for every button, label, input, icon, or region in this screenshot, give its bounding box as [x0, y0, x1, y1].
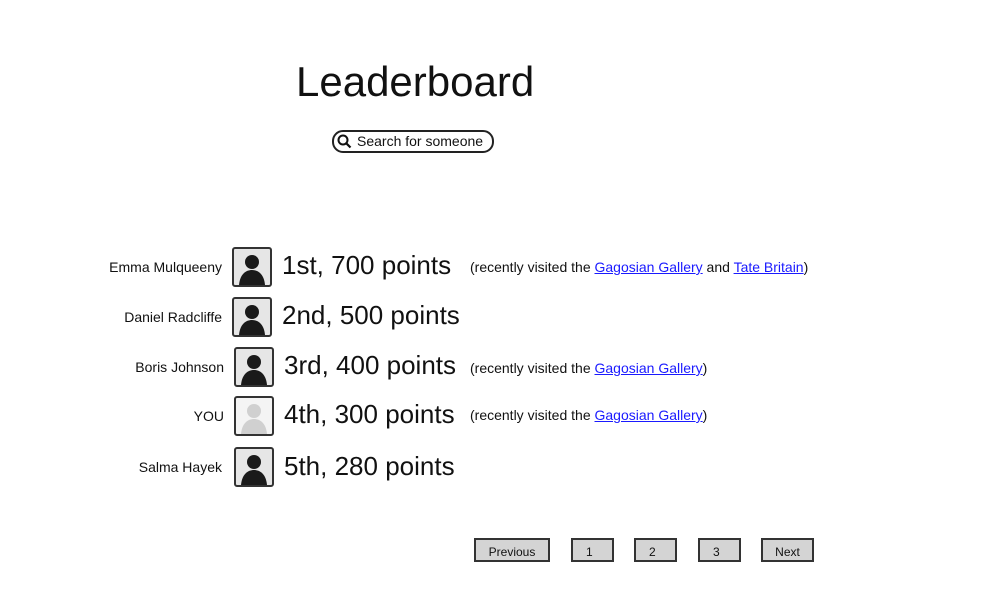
gallery-link[interactable]: Gagosian Gallery [595, 407, 703, 423]
recent-visit: (recently visited the Gagosian Gallery) [470, 407, 707, 423]
next-page-button[interactable]: Next [761, 538, 814, 562]
page-3-button[interactable]: 3 [698, 538, 741, 562]
leaderboard-row: Emma Mulqueeny [0, 247, 222, 287]
rank-points: 4th, 300 points [284, 399, 455, 429]
avatar [232, 297, 272, 337]
gallery-link[interactable]: Gagosian Gallery [595, 360, 703, 376]
rank-points: 1st, 700 points [282, 250, 452, 280]
recent-visit: (recently visited the Gagosian Gallery) [470, 360, 707, 376]
visit-suffix: ) [803, 259, 809, 275]
leaderboard-row: YOU [0, 396, 224, 436]
search-placeholder: Search for someone [357, 133, 484, 149]
visit-mid: and [702, 259, 734, 275]
gallery-link[interactable]: Tate Britain [734, 259, 804, 275]
player-name: Boris Johnson [135, 359, 224, 375]
leaderboard-row: Salma Hayek [0, 447, 222, 487]
search-input[interactable]: Search for someone [332, 130, 494, 153]
visit-prefix: (recently visited the [470, 407, 595, 423]
avatar [232, 247, 272, 287]
rank-points: 5th, 280 points [284, 451, 455, 481]
rank-points: 2nd, 500 points [282, 300, 460, 330]
gallery-link[interactable]: Gagosian Gallery [595, 259, 703, 275]
visit-suffix: ) [702, 360, 708, 376]
visit-suffix: ) [702, 407, 708, 423]
visit-prefix: (recently visited the [470, 360, 595, 376]
leaderboard-row: Boris Johnson [0, 347, 224, 387]
visit-prefix: (recently visited the [470, 259, 595, 275]
rank-points: 3rd, 400 points [284, 350, 457, 380]
previous-page-button[interactable]: Previous [474, 538, 550, 562]
leaderboard-row: Daniel Radcliffe [0, 297, 222, 337]
avatar [234, 447, 274, 487]
recent-visit: (recently visited the Gagosian Gallery a… [470, 259, 808, 275]
player-name: Emma Mulqueeny [109, 259, 222, 275]
avatar [234, 347, 274, 387]
search-icon [337, 134, 352, 149]
player-name: Daniel Radcliffe [124, 309, 222, 325]
page-2-button[interactable]: 2 [634, 538, 677, 562]
page-1-button[interactable]: 1 [571, 538, 614, 562]
avatar [234, 396, 274, 436]
page-title: Leaderboard [296, 58, 535, 105]
player-name: Salma Hayek [138, 459, 222, 475]
player-name: YOU [193, 408, 224, 424]
